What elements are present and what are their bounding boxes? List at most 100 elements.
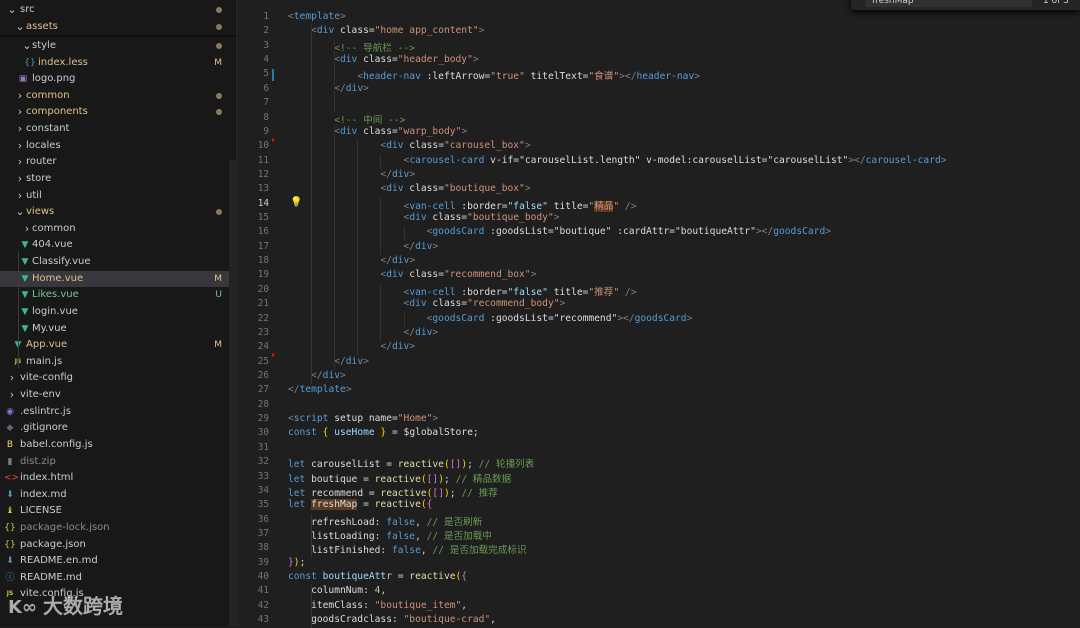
explorer-item-dist-zip[interactable]: ▮ dist.zip — [0, 454, 236, 470]
code-token: div — [386, 183, 404, 195]
explorer-item-style[interactable]: ⌄ style — [0, 38, 236, 54]
line-number: 23 — [257, 326, 269, 338]
lightbulb-icon[interactable]: 💡 — [290, 197, 302, 208]
line-number: 40 — [257, 571, 269, 583]
explorer-item-label: Likes.vue — [32, 289, 79, 301]
code-token: "Home" — [397, 413, 433, 425]
explorer-item-likes-vue[interactable]: ▼ Likes.vue U — [0, 287, 236, 303]
explorer-item-babel-config-js[interactable]: Bbabel.config.js — [0, 437, 236, 453]
chevron-right-icon: › — [17, 171, 23, 185]
code-token: boutiqueAttr — [322, 571, 392, 583]
code-token: <!-- 导航栏 --> — [334, 42, 415, 54]
explorer-item-readme-md[interactable]: ⓘ README.md — [0, 570, 236, 586]
explorer-item-login-vue[interactable]: ▼ login.vue — [0, 304, 236, 320]
explorer-item-locales[interactable]: › locales — [0, 138, 236, 154]
line-number: 14 — [257, 197, 269, 209]
explorer-item-main-js[interactable]: JSmain.js — [0, 354, 236, 370]
explorer-item-assets[interactable]: ⌄ assets — [0, 19, 236, 35]
explorer-item-vite-config[interactable]: › vite-config — [0, 370, 236, 386]
explorer-item-common[interactable]: › common — [0, 88, 236, 104]
code-token: "false" — [507, 200, 548, 212]
code-token: false — [386, 516, 416, 528]
code-token: "boutique_body" — [467, 212, 554, 224]
code-token: : — [374, 516, 387, 528]
explorer-item-label: src — [20, 4, 35, 15]
code-token: > — [694, 71, 701, 83]
code-editor[interactable]: 1 <template> 2 <div class="home app_conten… — [237, 0, 1080, 628]
line-number: 22 — [257, 312, 269, 324]
indent-guide — [357, 140, 359, 356]
code-token: let — [288, 487, 312, 499]
line-number: 32 — [257, 456, 269, 468]
watermark-logo: K∞ — [8, 597, 37, 618]
explorer-item-index-md[interactable]: ⬇ index.md — [0, 487, 236, 503]
line-number: 30 — [257, 427, 269, 439]
git-status-badge: M — [214, 340, 222, 351]
git-status-badge: M — [214, 57, 222, 68]
find-input[interactable]: freshMap — [866, 0, 1032, 7]
code-line: <van-cell :border="false" title="精品" /> — [288, 198, 636, 212]
indent-guide — [311, 585, 313, 628]
explorer-item-home-vue[interactable]: ▼ Home.vue M — [0, 270, 236, 287]
md-file-icon: ⬇ — [6, 556, 14, 567]
explorer-scrollbar[interactable] — [229, 160, 236, 626]
zip-file-icon: ▮ — [7, 456, 13, 467]
explorer-item-package-json[interactable]: {} package.json — [0, 537, 236, 553]
code-line: const { useHome } = $globalStore; — [288, 427, 479, 438]
explorer-item-eslintrc-js[interactable]: ◉ .eslintrc.js — [0, 404, 236, 420]
code-token: "header_body" — [397, 54, 473, 66]
vue-file-icon: ▼ — [21, 240, 29, 251]
explorer-item-app-vue[interactable]: ▼App.vueM — [0, 337, 236, 353]
chevron-down-icon: ⌄ — [7, 3, 17, 16]
explorer-item-components[interactable]: › components — [0, 104, 236, 120]
explorer-item-my-vue[interactable]: ▼ My.vue — [0, 321, 236, 337]
code-token: > — [472, 54, 479, 66]
explorer-item-store[interactable]: › store — [0, 171, 236, 187]
explorer-item-404-vue[interactable]: ▼ 404.vue — [0, 237, 236, 253]
code-token: </ — [288, 384, 300, 396]
code-token: // 是否刷新 — [426, 516, 483, 528]
chevron-right-icon: › — [9, 388, 15, 402]
explorer-item-index-less[interactable]: {} index.less M — [0, 55, 236, 71]
explorer-item-router[interactable]: › router — [0, 154, 236, 170]
explorer-item-label: router — [26, 156, 57, 168]
explorer-item-util[interactable]: › util — [0, 188, 236, 204]
explorer-item-logo-png[interactable]: ▣ logo.png — [0, 71, 236, 87]
vue-file-icon: ▼ — [21, 257, 29, 268]
explorer-item-views[interactable]: ⌄ views — [0, 204, 236, 220]
code-token: div — [391, 341, 410, 353]
code-token: van-cell — [409, 286, 456, 298]
line-number: 18 — [257, 255, 269, 267]
explorer-item-label: index.html — [20, 472, 74, 484]
chevron-right-icon: › — [17, 188, 23, 202]
explorer-item-gitignore[interactable]: ◆ .gitignore — [0, 420, 236, 436]
code-line: <div class="warp_body"> — [288, 126, 467, 137]
explorer-item-label: components — [26, 106, 88, 118]
explorer-item-label: babel.config.js — [20, 438, 93, 450]
explorer-item-readme-en-md[interactable]: ⬇ README.en.md — [0, 553, 236, 569]
code-token: let — [288, 499, 312, 511]
code-line: </div> — [288, 356, 369, 367]
explorer-item-vite-env[interactable]: › vite-env — [0, 387, 236, 403]
explorer-item-index-html[interactable]: <> index.html — [0, 470, 236, 486]
code-token: recommend — [311, 487, 364, 499]
explorer-item-package-lock-json[interactable]: {} package-lock.json — [0, 520, 236, 536]
code-token: 精品 — [594, 200, 614, 212]
explorer-item-label: package.json — [20, 538, 86, 550]
code-token: div — [409, 212, 427, 224]
code-token: "推荐" — [588, 286, 620, 298]
explorer-item-classify-vue[interactable]: ▼ Classify.vue — [0, 254, 236, 270]
breakpoint-fold-marker — [272, 138, 275, 142]
code-line: let boutique = reactive([]); // 精品数据 — [288, 471, 511, 485]
chevron-right-icon: › — [17, 138, 23, 152]
explorer-item-constant[interactable]: › constant — [0, 121, 236, 137]
indent-guide — [380, 197, 382, 256]
code-token: reactive — [374, 473, 421, 485]
explorer-item-src[interactable]: ⌄ src — [0, 2, 236, 18]
line-number: 13 — [257, 183, 269, 195]
explorer-item-license[interactable]: ♝ LICENSE — [0, 503, 236, 519]
line-number: 7 — [263, 97, 269, 109]
explorer-item-common[interactable]: › common — [0, 221, 236, 237]
